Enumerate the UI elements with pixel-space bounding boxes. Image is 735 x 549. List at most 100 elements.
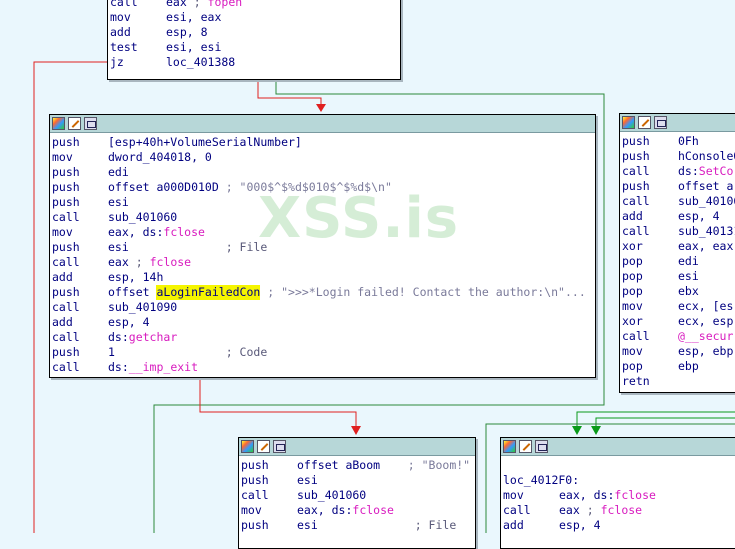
color-icon[interactable] (622, 116, 635, 129)
code-line[interactable]: push edi (52, 165, 595, 180)
operand: eax, ds: (108, 225, 164, 239)
operand: offset a (678, 179, 734, 193)
code-line[interactable]: call sub_401060 (241, 488, 475, 503)
function-name[interactable]: fclose (614, 488, 656, 503)
code-block-boom[interactable]: push offset aBoom ; "Boom!" push esi call sub… (238, 437, 476, 549)
operand: ds: (108, 360, 129, 374)
code-line[interactable]: call sub_401090 (52, 300, 595, 315)
function-name[interactable]: fclose (601, 503, 643, 518)
code-line[interactable]: mov eax, ds: fclose (503, 488, 735, 503)
code-line[interactable]: push esi (52, 195, 595, 210)
code-line[interactable]: call eax ; fclose (52, 255, 595, 270)
function-name[interactable]: @__secur (678, 329, 733, 344)
graph-icon[interactable] (273, 440, 286, 453)
code-line[interactable]: mov esi, eax (110, 10, 400, 25)
code-block-loc[interactable]: loc_4012F0: mov eax, ds: fclose call eax ; fc… (500, 437, 735, 549)
block-header (50, 115, 595, 133)
code-line[interactable]: call ds: getchar (52, 330, 595, 345)
code-line[interactable]: add esp, 4 (503, 518, 735, 533)
function-name[interactable]: SetCo (699, 164, 734, 179)
code-line[interactable]: mov eax, ds: fclose (52, 225, 595, 240)
function-name[interactable]: getchar (129, 330, 177, 345)
code-line[interactable]: call ds: SetCo (622, 164, 735, 179)
code-line[interactable]: push [esp+40h+VolumeSerialNumber] (52, 135, 595, 150)
mnemonic: add (52, 315, 73, 329)
code-line[interactable]: push hConsoleO (622, 149, 735, 164)
code-line[interactable]: add esp, 4 (52, 315, 595, 330)
code-line[interactable]: push 1 ; Code (52, 345, 595, 360)
operand: eax, ds: (559, 488, 615, 502)
operand: edi (678, 254, 699, 268)
mnemonic: mov (622, 344, 643, 358)
highlighted-symbol[interactable]: aLoginFailedCon (156, 285, 261, 300)
mnemonic: jz (110, 55, 124, 69)
code-line[interactable]: add esp, 8 (110, 25, 400, 40)
rename-icon[interactable] (519, 440, 532, 453)
function-name[interactable]: fopen (208, 0, 243, 10)
code-line[interactable]: mov esp, ebp (622, 344, 735, 359)
code-line[interactable]: mov ecx, [es (622, 299, 735, 314)
code-line[interactable]: xor ecx, esp (622, 314, 735, 329)
graph-icon[interactable] (84, 117, 97, 130)
operand: esi (297, 473, 318, 487)
operand: esp, 4 (559, 518, 601, 532)
code-block-right[interactable]: push 0Fh push hConsoleO call ds: SetCo push offs… (619, 113, 735, 393)
code-line[interactable]: call @__secur (622, 329, 735, 344)
mnemonic: mov (52, 150, 73, 164)
code-block-middle[interactable]: push [esp+40h+VolumeSerialNumber] mov dword… (49, 114, 596, 378)
code-line[interactable]: push esi ; File (241, 518, 475, 533)
block-header (620, 114, 735, 132)
code-line[interactable]: pop edi (622, 254, 735, 269)
mnemonic: test (110, 40, 138, 54)
code-line[interactable]: push offset a (622, 179, 735, 194)
function-name[interactable]: __imp_exit (129, 360, 198, 375)
code-line[interactable]: call sub_401060 (52, 210, 595, 225)
rename-icon[interactable] (257, 440, 270, 453)
code-line[interactable]: call eax ; fclose (503, 503, 735, 518)
rename-icon[interactable] (638, 116, 651, 129)
code-line[interactable]: call eax ; fopen (110, 0, 400, 10)
code-line[interactable]: push offset a000D010D ; "000$^$%d$010$^$%… (52, 180, 595, 195)
color-icon[interactable] (241, 440, 254, 453)
code-line[interactable]: push offset aLoginFailedCon ; ">>>*Login … (52, 285, 595, 300)
comment: ; (579, 503, 601, 517)
code-line[interactable]: test esi, esi (110, 40, 400, 55)
mnemonic: push (52, 195, 80, 209)
arrow-head (572, 426, 582, 435)
code-line[interactable]: pop esi (622, 269, 735, 284)
mnemonic: call (622, 224, 650, 238)
code-line[interactable] (503, 458, 735, 473)
code-line[interactable]: mov dword_404018, 0 (52, 150, 595, 165)
code-line[interactable]: jz loc_401388 (110, 55, 400, 70)
code-line[interactable]: loc_4012F0: (503, 473, 735, 488)
color-icon[interactable] (503, 440, 516, 453)
code-line[interactable]: call ds: __imp_exit (52, 360, 595, 375)
arrow-head (316, 104, 326, 112)
function-name[interactable]: fclose (352, 503, 394, 518)
code-line[interactable]: xor eax, eax (622, 239, 735, 254)
graph-icon[interactable] (654, 116, 667, 129)
rename-icon[interactable] (68, 117, 81, 130)
mnemonic (503, 458, 559, 473)
code-line[interactable]: call sub_40106 (622, 194, 735, 209)
code-line[interactable]: push 0Fh (622, 134, 735, 149)
function-name[interactable]: fclose (150, 255, 192, 270)
code-line[interactable]: retn (622, 374, 735, 389)
code-line[interactable]: pop ebp (622, 359, 735, 374)
code-block-top[interactable]: call eax ; fopen mov esi, eax add esp, 8 test e… (107, 0, 401, 80)
code-line[interactable]: pop ebx (622, 284, 735, 299)
operand: ecx, [es (678, 299, 734, 313)
code-line[interactable]: push esi ; File (52, 240, 595, 255)
mnemonic: add (503, 518, 524, 532)
mnemonic: add (110, 25, 131, 39)
code-line[interactable]: push offset aBoom ; "Boom!" (241, 458, 475, 473)
color-icon[interactable] (52, 117, 65, 130)
code-line[interactable]: push esi (241, 473, 475, 488)
function-name[interactable]: fclose (163, 225, 205, 240)
code-line[interactable]: call sub_40131 (622, 224, 735, 239)
code-line[interactable]: add esp, 4 (622, 209, 735, 224)
code-line[interactable]: add esp, 14h (52, 270, 595, 285)
code-line[interactable]: mov eax, ds: fclose (241, 503, 475, 518)
graph-icon[interactable] (535, 440, 548, 453)
operand: offset aBoom (297, 458, 381, 472)
